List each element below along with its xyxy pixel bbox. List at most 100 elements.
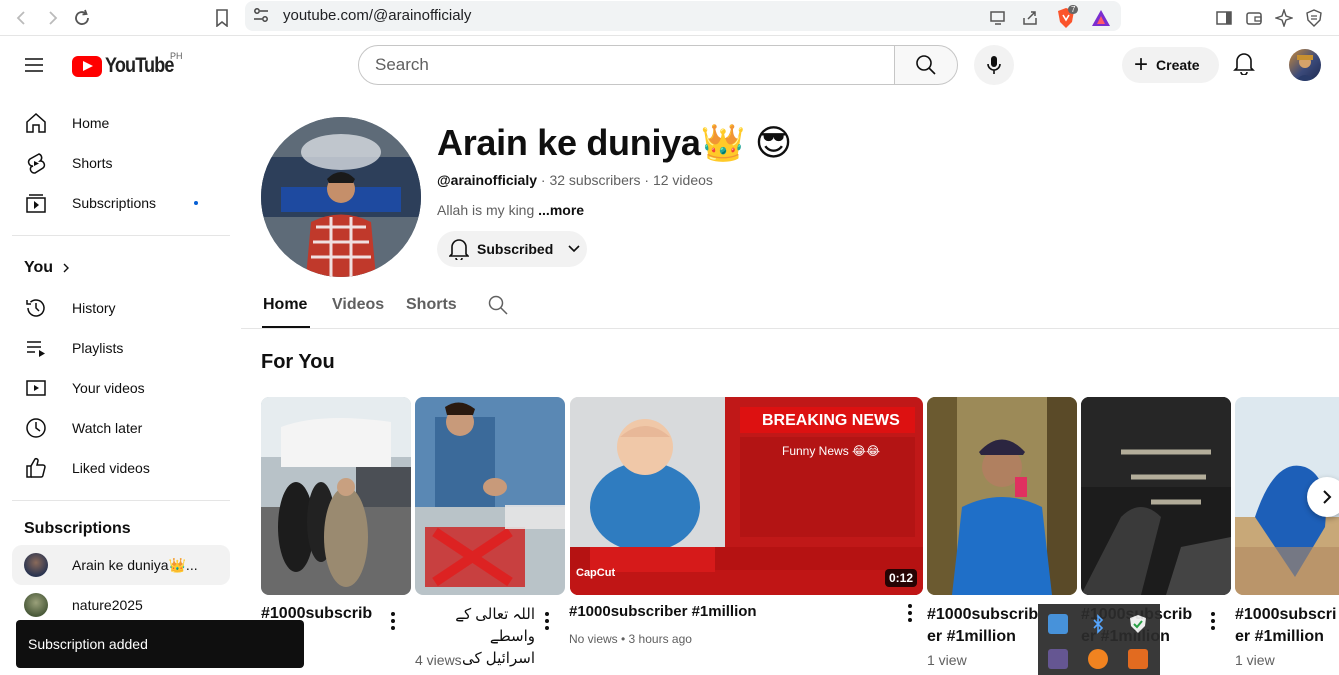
tab-videos[interactable]: Videos xyxy=(332,296,384,314)
sidebar-item-liked-videos[interactable]: Liked videos xyxy=(12,448,230,488)
avast-icon[interactable] xyxy=(1088,649,1108,669)
snackbar-toast: Subscription added xyxy=(16,620,304,668)
search-icon xyxy=(916,55,936,75)
more-options-icon[interactable] xyxy=(908,604,912,625)
shorts-icon xyxy=(24,151,48,175)
more-options-icon[interactable] xyxy=(545,612,549,633)
sidebar: Home Shorts Subscriptions You History Pl… xyxy=(12,103,230,625)
video-title[interactable]: #1000subscri er #1million xyxy=(1235,604,1339,648)
account-avatar[interactable] xyxy=(1289,49,1321,81)
tab-home[interactable]: Home xyxy=(263,296,307,314)
reload-icon[interactable] xyxy=(70,6,94,30)
video-thumbnail[interactable] xyxy=(261,397,411,595)
video-thumbnail[interactable] xyxy=(1081,397,1231,595)
back-icon[interactable] xyxy=(10,6,34,30)
sidebar-item-watch-later[interactable]: Watch later xyxy=(12,408,230,448)
more-options-icon[interactable] xyxy=(391,612,395,633)
tab-shorts[interactable]: Shorts xyxy=(406,296,457,314)
brave-shield-icon[interactable]: 7 xyxy=(1054,5,1079,30)
sidebar-item-home[interactable]: Home xyxy=(12,103,230,143)
extension-badge: 7 xyxy=(1068,5,1079,14)
youtube-wordmark: YouTube xyxy=(105,54,174,77)
vpn-shield-icon[interactable] xyxy=(1302,6,1326,30)
bookmark-icon[interactable] xyxy=(210,6,234,30)
chevron-right-icon xyxy=(1323,490,1332,504)
overlay-subtitle: Funny News 😂😂 xyxy=(782,444,881,458)
subscribed-button[interactable]: Subscribed xyxy=(437,231,587,267)
carousel-next-button[interactable] xyxy=(1307,477,1339,517)
youtube-logo[interactable]: YouTube xyxy=(72,54,185,78)
sidebar-item-shorts[interactable]: Shorts xyxy=(12,143,230,183)
video-thumbnail[interactable] xyxy=(415,397,565,595)
notifications-icon[interactable] xyxy=(1233,51,1255,80)
plus-icon: + xyxy=(1134,51,1149,78)
overlay-brand: CapCut xyxy=(576,567,616,579)
video-title-line: er #1million xyxy=(927,628,1016,645)
channel-tabs: Home Videos Shorts xyxy=(241,284,1339,329)
divider xyxy=(12,500,230,501)
you-label: You xyxy=(24,259,54,276)
wallet-icon[interactable] xyxy=(1242,6,1266,30)
sidebar-item-playlists[interactable]: Playlists xyxy=(12,328,230,368)
subscription-label: Arain ke duniya👑... xyxy=(72,556,198,573)
sidebar-toggle-icon[interactable] xyxy=(1212,6,1236,30)
create-button[interactable]: + Create xyxy=(1122,47,1219,83)
video-thumbnail[interactable]: BREAKING NEWS Funny News 😂😂 CapCut 0:12 xyxy=(570,397,923,595)
app-tray-icon[interactable] xyxy=(1128,649,1148,669)
history-icon xyxy=(24,296,48,320)
search-button[interactable] xyxy=(894,45,958,85)
youtube-play-icon xyxy=(72,55,102,77)
divider xyxy=(12,235,230,236)
channel-avatar xyxy=(24,593,48,617)
url-text[interactable]: youtube.com/@arainofficialy xyxy=(283,7,471,24)
home-icon xyxy=(24,111,48,135)
more-link[interactable]: ...more xyxy=(538,202,584,218)
channel-search-icon[interactable] xyxy=(488,295,508,320)
section-title: For You xyxy=(261,351,335,373)
network-app-icon[interactable] xyxy=(1048,614,1068,634)
sidebar-item-history[interactable]: History xyxy=(12,288,230,328)
video-title-line: er #1million xyxy=(1235,628,1324,645)
channel-meta: @arainofficialy · 32 subscribers · 12 vi… xyxy=(437,172,713,188)
cast-icon[interactable] xyxy=(986,6,1010,30)
video-title-line: اللہ تعالی کے واسطے xyxy=(455,606,535,645)
subscriptions-icon xyxy=(24,191,48,215)
share-icon[interactable] xyxy=(1018,6,1042,30)
more-options-icon[interactable] xyxy=(1211,612,1215,633)
video-meta: 1 view xyxy=(1235,652,1275,668)
channel-description[interactable]: Allah is my king ...more xyxy=(437,202,584,218)
sidebar-item-subscriptions[interactable]: Subscriptions xyxy=(12,183,230,223)
playlists-icon xyxy=(24,336,48,360)
site-settings-icon[interactable] xyxy=(252,6,270,29)
subscriptions-heading: Subscriptions xyxy=(24,520,131,537)
sidebar-item-label: History xyxy=(72,300,116,316)
subscription-item[interactable]: nature2025 xyxy=(12,585,230,625)
leo-ai-icon[interactable] xyxy=(1272,6,1296,30)
sidebar-item-your-videos[interactable]: Your videos xyxy=(12,368,230,408)
sidebar-item-label: Home xyxy=(72,115,110,131)
bluetooth-icon[interactable] xyxy=(1088,614,1108,634)
browser-toolbar: youtube.com/@arainofficialy 7 xyxy=(0,0,1339,36)
search-input[interactable]: Search xyxy=(358,45,895,85)
video-thumbnail[interactable] xyxy=(927,397,1077,595)
security-shield-icon[interactable] xyxy=(1128,614,1148,634)
brave-rewards-icon[interactable] xyxy=(1089,6,1113,30)
chevron-down-icon xyxy=(568,245,580,253)
liked-videos-icon xyxy=(24,456,48,480)
video-title[interactable]: #1000subscriber #1million xyxy=(569,601,757,623)
bell-icon xyxy=(449,239,469,260)
channel-stats: · 32 subscribers · 12 videos xyxy=(537,172,713,188)
menu-icon[interactable] xyxy=(24,57,48,75)
channel-avatar-large[interactable] xyxy=(261,117,421,277)
sidebar-item-label: Playlists xyxy=(72,340,124,356)
feather-app-icon[interactable] xyxy=(1048,649,1068,669)
subscription-item[interactable]: Arain ke duniya👑... xyxy=(12,545,230,585)
forward-icon[interactable] xyxy=(40,6,64,30)
video-title[interactable]: #1000subscrib er #1million xyxy=(927,604,1038,648)
video-duration: 0:12 xyxy=(884,569,917,587)
sidebar-item-label: Your videos xyxy=(72,380,145,396)
voice-search-button[interactable] xyxy=(974,45,1014,85)
description-text: Allah is my king xyxy=(437,202,539,218)
video-meta: 4 views xyxy=(415,652,462,668)
sidebar-you-header[interactable]: You xyxy=(12,248,230,288)
